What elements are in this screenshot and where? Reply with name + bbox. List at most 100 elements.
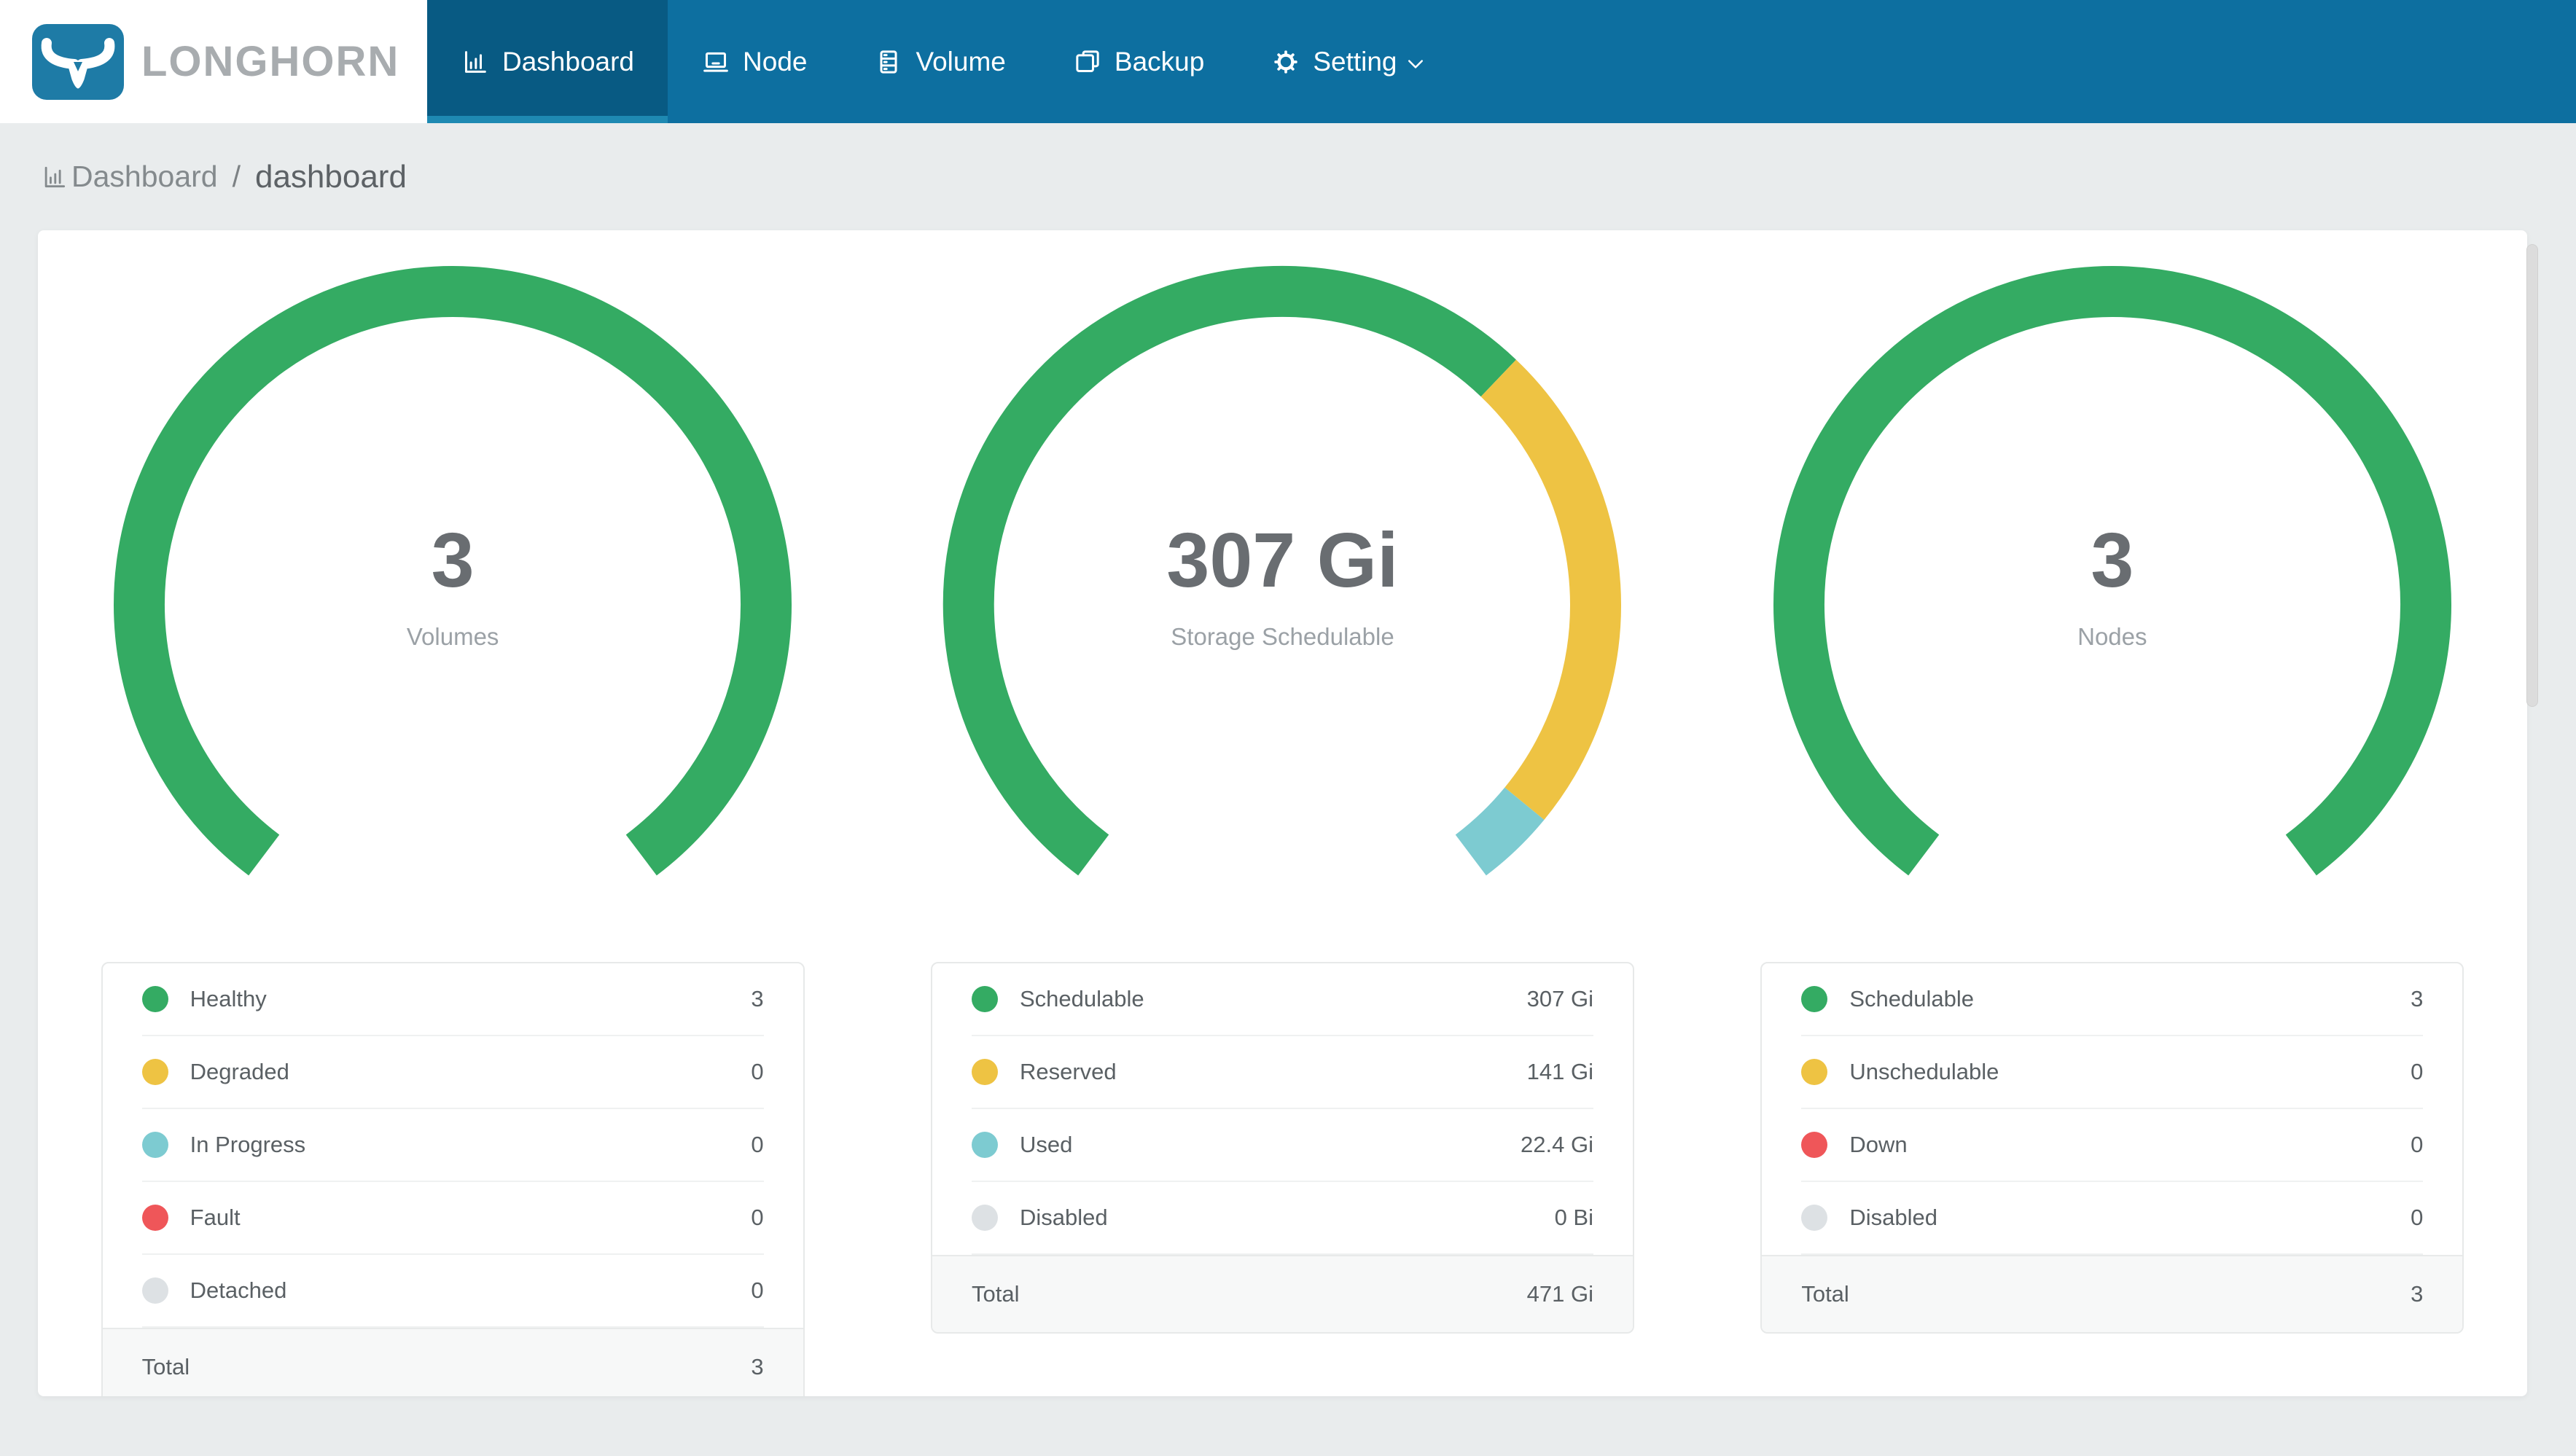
gauge-ring	[1773, 266, 2451, 876]
nav-tab-label: Setting	[1313, 46, 1397, 77]
top-navbar: LONGHORN Dashboard Node Volume Backup Settin…	[0, 0, 2576, 123]
legend-total-row: Total 471 Gi	[932, 1255, 1633, 1332]
legend-value: 0	[2411, 1059, 2424, 1084]
longhorn-logo-icon	[32, 23, 124, 100]
legend-dot-detached	[141, 1277, 168, 1304]
legend-label: Disabled	[1019, 1205, 1108, 1230]
breadcrumb-separator: /	[232, 160, 241, 193]
legend-label: Fault	[190, 1205, 241, 1230]
legend-nodes: Schedulable 3 Unschedulable 0 Down 0 Disabled 0…	[1760, 962, 2464, 1334]
legend-total-label: Total	[1801, 1281, 1849, 1307]
legend-dot-down	[1801, 1132, 1828, 1158]
legend-row-disabled: Disabled 0 Bi	[971, 1182, 1593, 1255]
breadcrumb-section[interactable]: Dashboard	[71, 160, 218, 194]
legend-row-in-progress: In Progress 0	[141, 1109, 764, 1182]
chevron-down-icon	[1405, 53, 1426, 75]
breadcrumb-page: dashboard	[254, 158, 407, 195]
legend-label: Disabled	[1849, 1205, 1937, 1230]
legend-row-reserved: Reserved 141 Gi	[971, 1036, 1593, 1109]
legend-value: 0	[2411, 1205, 2424, 1230]
legend-total-row: Total 3	[102, 1328, 803, 1396]
legend-dot-reserved	[971, 1059, 998, 1085]
gauge-arc-healthy	[114, 266, 792, 876]
gauge-chart-nodes: 3 Nodes	[1773, 265, 2452, 944]
legend-total-row: Total 3	[1762, 1255, 2463, 1332]
legend-row-schedulable: Schedulable 3	[1801, 963, 2424, 1036]
nav-tab-backup[interactable]: Backup	[1039, 0, 1238, 123]
legend-total-value: 3	[751, 1354, 764, 1379]
legend-row-down: Down 0	[1801, 1109, 2424, 1182]
legend-label: Schedulable	[1849, 986, 1974, 1011]
legend-row-healthy: Healthy 3	[141, 963, 764, 1036]
nav-tab-setting[interactable]: Setting	[1238, 0, 1459, 123]
gauge-chart-storage-schedulable: 307 Gi Storage Schedulable	[942, 265, 1622, 944]
nav-tab-dashboard[interactable]: Dashboard	[427, 0, 668, 123]
nav-tab-volume[interactable]: Volume	[840, 0, 1039, 123]
laptop-icon	[701, 47, 730, 77]
legend-value: 0	[751, 1277, 764, 1303]
brand-name: LONGHORN	[141, 38, 400, 85]
gauge-arc-schedulable	[1773, 266, 2451, 876]
legend-label: Degraded	[190, 1059, 289, 1084]
legend-value: 3	[2411, 986, 2424, 1011]
legend-label: In Progress	[190, 1132, 306, 1157]
legend-label: Unschedulable	[1849, 1059, 1999, 1084]
legend-dot-unschedulable	[1801, 1059, 1828, 1085]
legend-value: 141 Gi	[1526, 1059, 1593, 1084]
gauge-section-storage-schedulable: 307 Gi Storage Schedulable Schedulable 307 …	[867, 265, 1697, 1396]
legend-row-used: Used 22.4 Gi	[971, 1109, 1593, 1182]
legend-storage-schedulable: Schedulable 307 Gi Reserved 141 Gi Used 22.4 …	[930, 962, 1634, 1334]
gauge-ring	[943, 265, 1622, 876]
legend-row-detached: Detached 0	[141, 1255, 764, 1328]
legend-value: 3	[751, 986, 764, 1011]
legend-label: Healthy	[190, 986, 267, 1011]
legend-dot-degraded	[141, 1059, 168, 1085]
database-icon	[874, 47, 903, 77]
legend-label: Reserved	[1019, 1059, 1117, 1084]
legend-total-value: 471 Gi	[1526, 1281, 1593, 1307]
legend-row-degraded: Degraded 0	[141, 1036, 764, 1109]
legend-label: Schedulable	[1019, 986, 1144, 1011]
nav-tab-label: Volume	[916, 46, 1006, 77]
bar-chart-icon	[41, 163, 69, 191]
legend-dot-in-progress	[141, 1132, 168, 1158]
gauge-grid: 3 Volumes Healthy 3 Degraded 0 In Progress 0 Fau…	[38, 230, 2527, 1396]
legend-dot-disabled	[971, 1205, 998, 1231]
legend-label: Used	[1019, 1132, 1073, 1157]
legend-value: 0	[2411, 1132, 2424, 1157]
nav-tab-node[interactable]: Node	[668, 0, 840, 123]
gauge-section-volumes: 3 Volumes Healthy 3 Degraded 0 In Progress 0 Fau…	[38, 265, 867, 1396]
copy-icon	[1073, 47, 1102, 77]
gauge-ring	[114, 266, 792, 876]
legend-total-label: Total	[971, 1281, 1020, 1307]
legend-total-value: 3	[2411, 1281, 2424, 1307]
scrollbar-thumb[interactable]	[2526, 244, 2538, 707]
legend-row-disabled: Disabled 0	[1801, 1182, 2424, 1255]
legend-row-schedulable: Schedulable 307 Gi	[971, 963, 1593, 1036]
gauge-arc-reserved	[1481, 359, 1622, 820]
breadcrumb: Dashboard / dashboard	[0, 123, 2576, 230]
legend-dot-fault	[141, 1205, 168, 1231]
nav-tab-label: Dashboard	[502, 46, 635, 77]
dashboard-card: 3 Volumes Healthy 3 Degraded 0 In Progress 0 Fau…	[38, 230, 2527, 1396]
bar-chart-icon	[461, 47, 490, 77]
legend-value: 22.4 Gi	[1521, 1132, 1593, 1157]
legend-volumes: Healthy 3 Degraded 0 In Progress 0 Fault 0 Detac…	[101, 962, 805, 1396]
legend-dot-schedulable	[971, 986, 998, 1012]
nav-tab-label: Node	[743, 46, 808, 77]
gauge-arc-schedulable	[943, 265, 1517, 876]
legend-value: 0	[751, 1205, 764, 1230]
legend-dot-used	[971, 1132, 998, 1158]
brand: LONGHORN	[0, 0, 427, 123]
legend-dot-healthy	[141, 986, 168, 1012]
gauge-section-nodes: 3 Nodes Schedulable 3 Unschedulable 0 Down 0 Dis…	[1698, 265, 2527, 1396]
legend-label: Detached	[190, 1277, 287, 1303]
nav-tab-label: Backup	[1114, 46, 1205, 77]
legend-label: Down	[1849, 1132, 1908, 1157]
gauge-arc-used	[1455, 787, 1545, 876]
legend-value: 307 Gi	[1526, 986, 1593, 1011]
legend-dot-schedulable	[1801, 986, 1828, 1012]
gear-icon	[1271, 47, 1300, 77]
nav-tabs: Dashboard Node Volume Backup Setting	[427, 0, 2576, 123]
legend-row-unschedulable: Unschedulable 0	[1801, 1036, 2424, 1109]
